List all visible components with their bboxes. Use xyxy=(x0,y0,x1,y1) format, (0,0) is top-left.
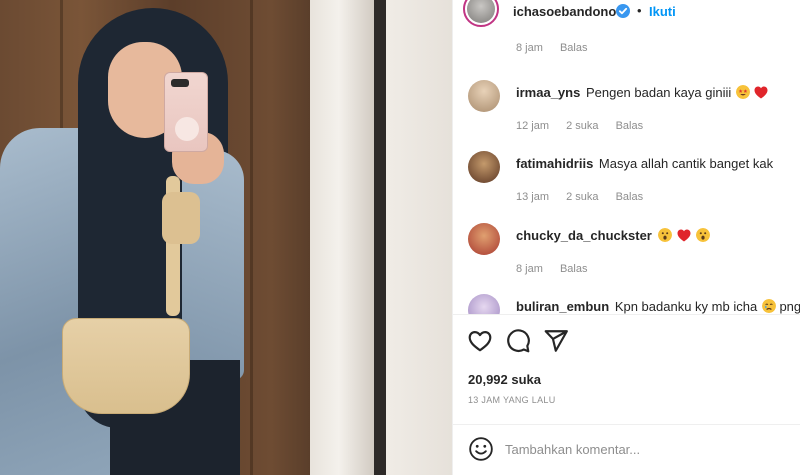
commenter-avatar[interactable] xyxy=(468,80,500,112)
phone-grip xyxy=(175,117,199,141)
phone-camera xyxy=(171,79,189,87)
comment-item: irmaa_yns Pengen badan kaya giniii 12 ja… xyxy=(453,80,800,140)
comment-text: fatimahidriis Masya allah cantik banget … xyxy=(516,156,773,171)
commenter-username[interactable]: irmaa_yns xyxy=(516,85,580,100)
author-username[interactable]: ichasoebandono xyxy=(513,4,616,19)
red-heart-emoji-icon xyxy=(754,86,768,99)
comment-item: chucky_da_chuckster 8 jam Balas xyxy=(453,223,800,283)
comment-meta: 12 jam 2 suka Balas xyxy=(516,120,657,132)
comment-input[interactable] xyxy=(505,436,785,462)
share-icon[interactable] xyxy=(543,328,569,354)
post-photo[interactable] xyxy=(0,0,452,475)
comment-text: irmaa_yns Pengen badan kaya giniii xyxy=(516,85,768,100)
comment-meta: 8 jam Balas xyxy=(516,42,602,54)
post-panel: ichasoebandono • Ikuti 8 jam Balas irmaa… xyxy=(452,0,800,475)
comment-item: buliran_embun Kpn badanku ky mb icha png xyxy=(453,294,800,314)
emoji-picker-icon[interactable] xyxy=(468,436,494,462)
comment-time: 12 jam xyxy=(516,120,550,132)
author-avatar[interactable] xyxy=(463,0,499,27)
separator-dot: • xyxy=(637,3,642,18)
post-timestamp[interactable]: 13 JAM YANG LALU xyxy=(468,395,556,405)
comment-text: chucky_da_chuckster xyxy=(516,228,710,243)
smartphone xyxy=(164,72,208,152)
reply-button[interactable]: Balas xyxy=(560,263,588,275)
astonished-emoji-icon xyxy=(695,228,710,242)
heart-icon[interactable] xyxy=(467,328,493,354)
comment-text: buliran_embun Kpn badanku ky mb icha png xyxy=(516,299,800,314)
door-gap xyxy=(374,0,386,475)
commenter-username[interactable]: chucky_da_chuckster xyxy=(516,228,652,243)
comment-item: fatimahidriis Masya allah cantik banget … xyxy=(453,151,800,211)
wall xyxy=(386,0,452,475)
likes-count[interactable]: 20,992 suka xyxy=(468,372,541,387)
comment-time: 8 jam xyxy=(516,42,543,54)
small-pouch xyxy=(162,192,200,244)
commenter-avatar[interactable] xyxy=(468,223,500,255)
astonished-emoji-icon xyxy=(658,228,673,242)
wood-panel-line xyxy=(250,0,253,475)
add-comment-bar xyxy=(453,424,800,475)
commenter-username[interactable]: fatimahidriis xyxy=(516,156,593,171)
reply-button[interactable]: Balas xyxy=(616,191,644,203)
crying-emoji-icon xyxy=(761,299,776,313)
divider xyxy=(453,314,800,315)
comment-likes[interactable]: 2 suka xyxy=(566,191,598,203)
commenter-username[interactable]: buliran_embun xyxy=(516,299,609,314)
comment-meta: 13 jam 2 suka Balas xyxy=(516,191,657,203)
verified-badge-icon xyxy=(616,4,630,18)
post-actions xyxy=(453,326,800,358)
comment-meta: 8 jam Balas xyxy=(516,263,602,275)
comment-body: Masya allah cantik banget kak xyxy=(598,156,774,171)
reply-button[interactable]: Balas xyxy=(616,120,644,132)
comment-body-tail: png xyxy=(779,299,800,314)
denim-jacket-right xyxy=(182,150,244,380)
comment-time: 8 jam xyxy=(516,263,543,275)
comment-body: Kpn badanku ky mb icha xyxy=(614,299,758,314)
door-frame xyxy=(310,0,382,475)
star-struck-emoji-icon xyxy=(735,85,750,99)
red-heart-emoji-icon xyxy=(677,229,691,242)
follow-button[interactable]: Ikuti xyxy=(649,4,676,19)
comment-icon[interactable] xyxy=(505,328,531,354)
post-header: ichasoebandono • Ikuti xyxy=(453,0,800,28)
commenter-avatar[interactable] xyxy=(468,294,500,314)
comment-likes[interactable]: 2 suka xyxy=(566,120,598,132)
crochet-bag xyxy=(62,318,190,414)
comment-time: 13 jam xyxy=(516,191,550,203)
commenter-avatar[interactable] xyxy=(468,151,500,183)
comment-body: Pengen badan kaya giniii xyxy=(585,85,732,100)
comments-list[interactable]: 8 jam Balas irmaa_yns Pengen badan kaya … xyxy=(453,30,800,314)
reply-button[interactable]: Balas xyxy=(560,42,588,54)
